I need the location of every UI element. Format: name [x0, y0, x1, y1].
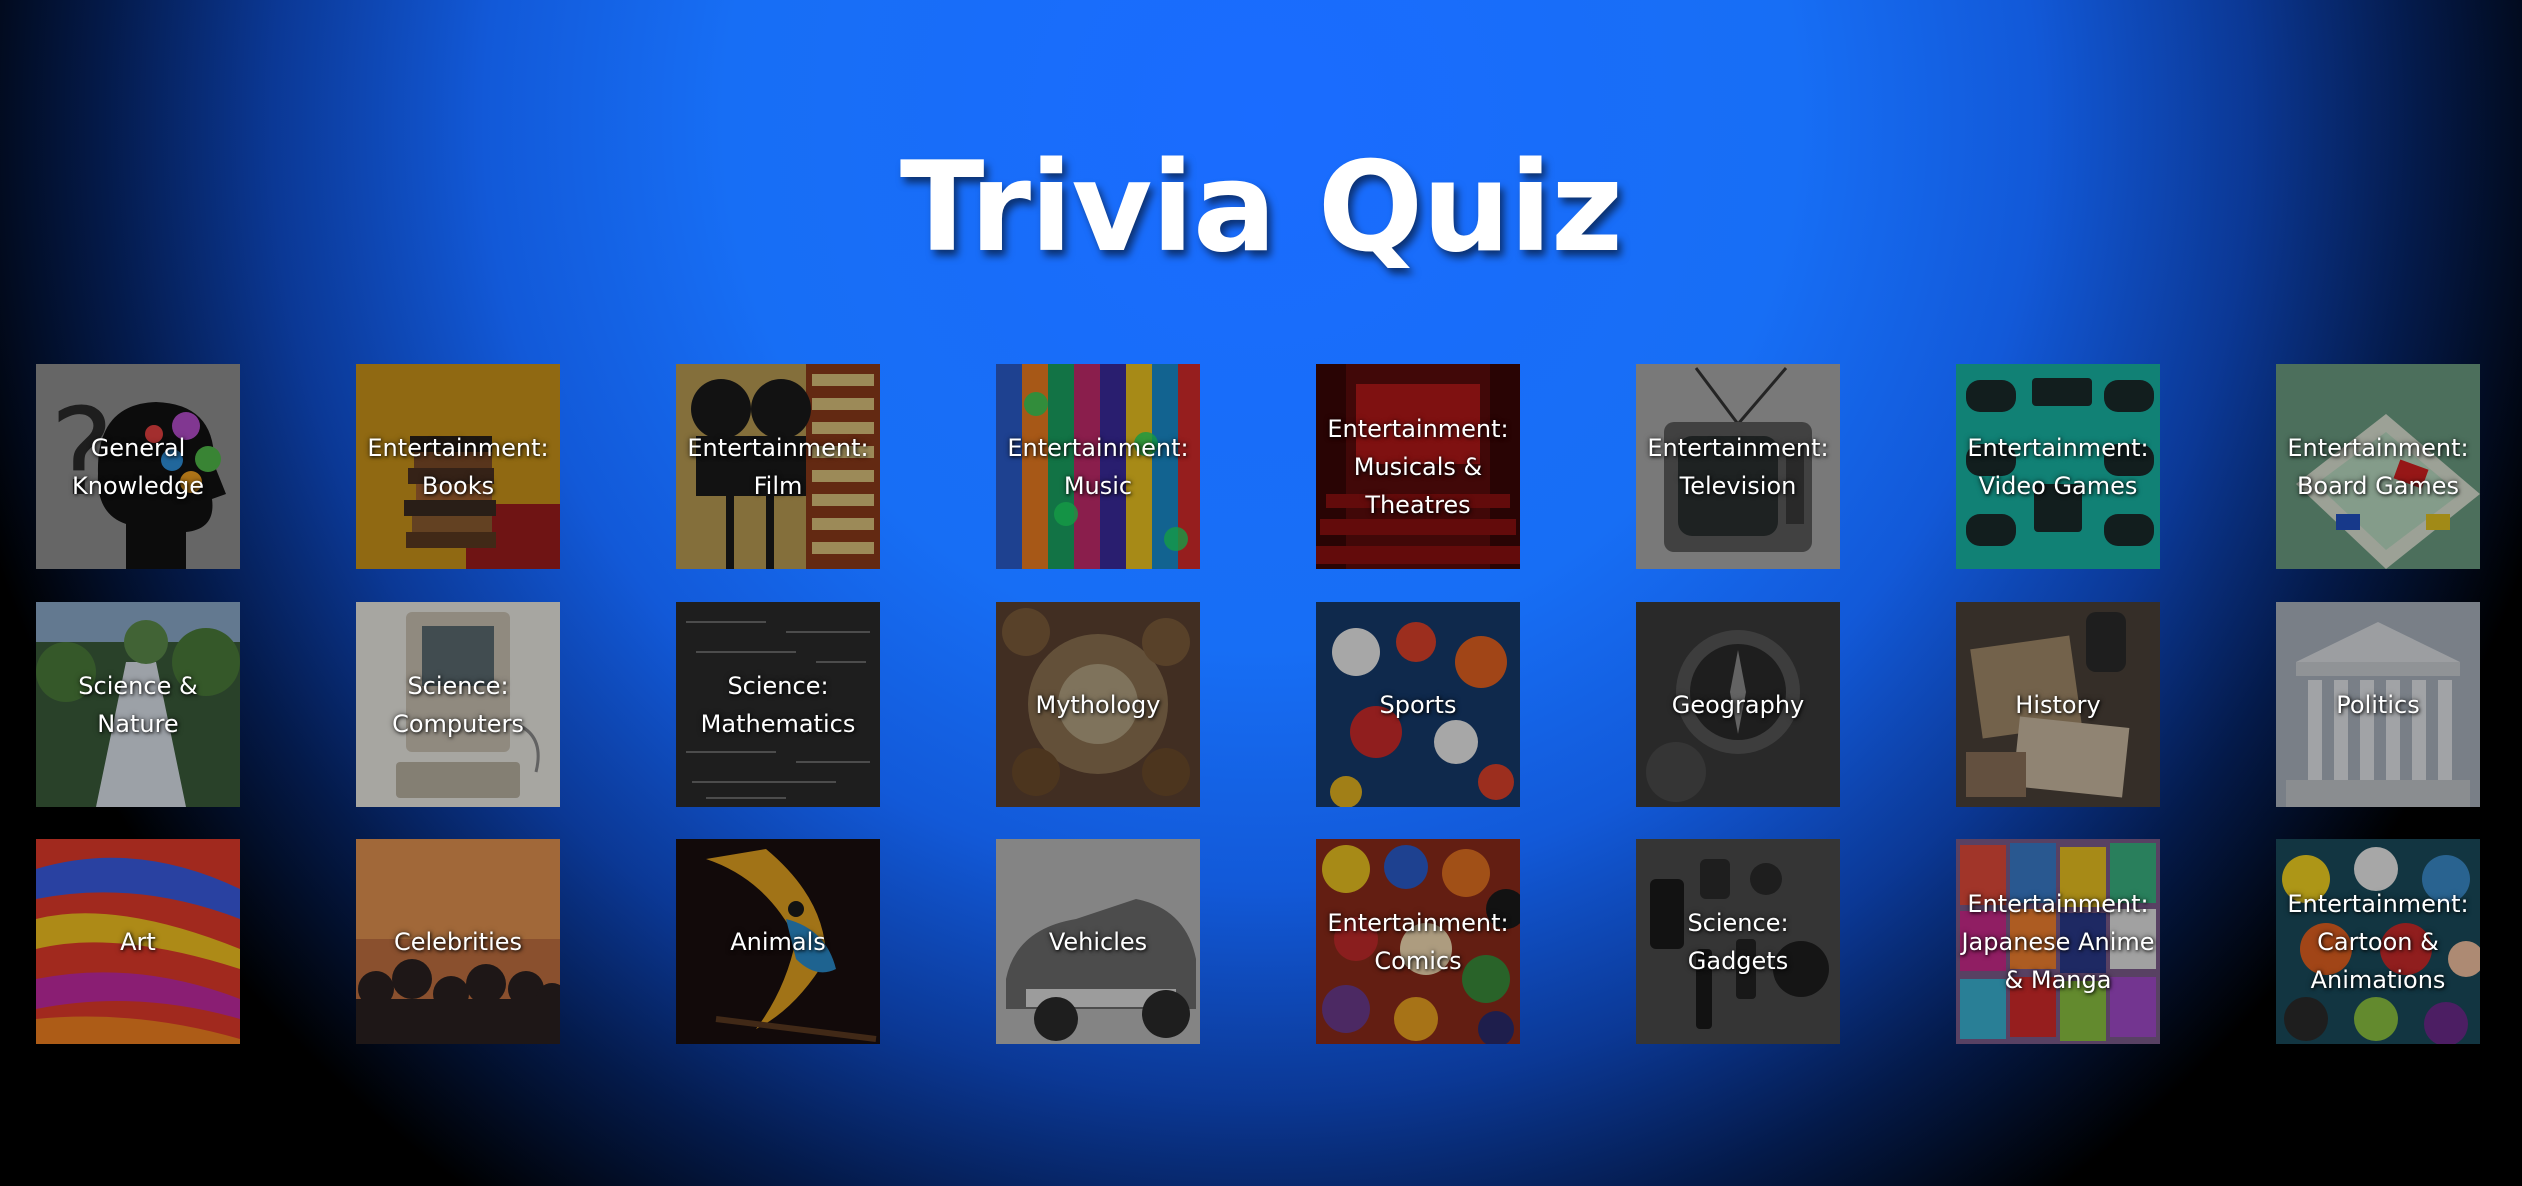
category-history[interactable]: History [1956, 602, 2160, 807]
category-label: Vehicles [1048, 927, 1148, 956]
category-science-gadgets[interactable]: Science: Gadgets [1636, 839, 1840, 1044]
category-science-nature[interactable]: Science & Nature [36, 602, 240, 807]
category-sports[interactable]: Sports [1316, 602, 1520, 807]
category-label: Sports [1379, 690, 1457, 719]
category-geography[interactable]: Geography [1636, 602, 1840, 807]
category-entertainment-comics[interactable]: Entertainment: Comics [1316, 839, 1520, 1044]
category-label: Mythology [1035, 690, 1161, 719]
category-label: Entertainment: Cartoon & Animations [2287, 889, 2469, 994]
category-label: Animals [730, 927, 826, 956]
category-general-knowledge[interactable]: ? General Knowledge [36, 364, 240, 569]
category-entertainment-books[interactable]: Entertainment: Books [356, 364, 560, 569]
category-label: Art [120, 927, 156, 956]
category-label: Entertainment: Japanese Anime & Manga [1961, 889, 2155, 994]
category-politics[interactable]: Politics [2276, 602, 2480, 807]
category-label: History [2015, 690, 2101, 719]
category-label: Politics [2336, 690, 2420, 719]
category-art[interactable]: Art [36, 839, 240, 1044]
category-entertainment-musicals-theatres[interactable]: Entertainment: Musicals & Theatres [1316, 364, 1520, 569]
category-entertainment-television[interactable]: Entertainment: Television [1636, 364, 1840, 569]
category-mythology[interactable]: Mythology [996, 602, 1200, 807]
category-science-computers[interactable]: Science: Computers [356, 602, 560, 807]
category-label: Celebrities [393, 927, 523, 956]
category-label: Entertainment: Musicals & Theatres [1327, 414, 1509, 519]
category-label: Science: Gadgets [1687, 908, 1789, 975]
category-label: Geography [1671, 690, 1805, 719]
category-entertainment-video-games[interactable]: Entertainment: Video Games [1956, 364, 2160, 569]
category-label: Science: Computers [392, 671, 524, 738]
category-entertainment-music[interactable]: Entertainment: Music [996, 364, 1200, 569]
category-label: Entertainment: Television [1647, 433, 1829, 500]
category-entertainment-cartoon-animations[interactable]: Entertainment: Cartoon & Animations [2276, 839, 2480, 1044]
page-title: Trivia Quiz [899, 136, 1623, 280]
category-animals[interactable]: Animals [676, 839, 880, 1044]
category-label: Entertainment: Books [367, 433, 549, 500]
category-label: General Knowledge [72, 433, 204, 500]
category-label: Entertainment: Board Games [2287, 433, 2469, 500]
category-celebrities[interactable]: Celebrities [356, 839, 560, 1044]
category-entertainment-japanese-anime-manga[interactable]: Entertainment: Japanese Anime & Manga [1956, 839, 2160, 1044]
category-entertainment-board-games[interactable]: Entertainment: Board Games [2276, 364, 2480, 569]
category-label: Entertainment: Comics [1327, 908, 1509, 975]
category-entertainment-film[interactable]: Entertainment: Film [676, 364, 880, 569]
category-label: Science & Nature [78, 671, 198, 738]
category-label: Entertainment: Video Games [1967, 433, 2149, 500]
category-label: Science: Mathematics [700, 671, 856, 738]
category-label: Entertainment: Film [687, 433, 869, 500]
category-science-mathematics[interactable]: Science: Mathematics [676, 602, 880, 807]
category-label: Entertainment: Music [1007, 433, 1189, 500]
category-vehicles[interactable]: Vehicles [996, 839, 1200, 1044]
